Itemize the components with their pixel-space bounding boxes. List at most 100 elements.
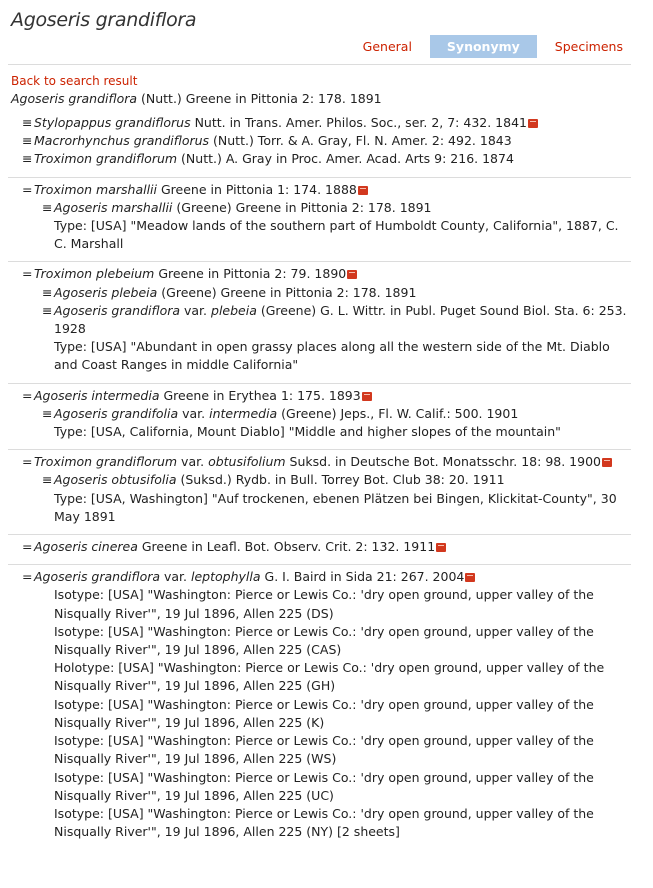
synonymy-symbol: = [22, 181, 33, 197]
book-icon[interactable] [347, 270, 358, 280]
synonymy-symbol: ≡ [22, 151, 33, 167]
book-icon[interactable] [361, 391, 372, 401]
taxon-name[interactable]: Troximon marshallii [34, 182, 157, 197]
synonym-group: = Troximon plebeium Greene in Pittonia 2:… [8, 262, 631, 384]
synonymy-symbol: = [22, 387, 33, 403]
citation: (Nutt.) A. Gray in Proc. Amer. Acad. Art… [177, 151, 514, 167]
taxon-name[interactable]: Agoseris marshallii [54, 200, 172, 215]
synonymy-symbol: ≡ [42, 284, 53, 300]
infraspecific-epithet[interactable]: plebeia [211, 303, 257, 318]
synonym-group: = Agoseris cinerea Greene in Leafl. Bot. … [8, 535, 631, 566]
page-title: Agoseris grandiflora [11, 9, 197, 31]
synonym-group: = Troximon grandiflorum var. obtusifolium… [8, 450, 631, 536]
synonym-group: = Agoseris grandiflora var. leptophylla G… [8, 565, 631, 849]
synonym-line: ≡ Macrorhynchus grandiflorus (Nutt.) Torr… [8, 132, 631, 150]
homotypic-synonym-line: ≡ Agoseris obtusifolia (Suksd.) Rydb. in … [8, 471, 631, 489]
taxon-name[interactable]: Troximon grandiflorum [34, 151, 177, 166]
synonymy-symbol: ≡ [22, 115, 33, 130]
type-specimen-line: Type: [USA, Washington] "Auf trockenen, … [54, 490, 617, 524]
synonymy-symbol: ≡ [42, 199, 53, 215]
accepted-name-citation: (Nutt.) Greene in Pittonia 2: 178. 1891 [137, 91, 382, 106]
infraspecific-epithet[interactable]: intermedia [209, 406, 277, 421]
infraspecific-epithet[interactable]: leptophylla [191, 569, 261, 584]
citation: (Nutt.) Torr. & A. Gray, Fl. N. Amer. 2:… [209, 133, 512, 149]
accepted-name: Agoseris grandiflora (Nutt.) Greene in P… [11, 91, 382, 106]
taxon-name[interactable]: Stylopappus grandiflorus [34, 115, 191, 130]
taxon-name[interactable]: Agoseris grandiflora [34, 569, 160, 584]
citation: (Greene) Greene in Pittonia 2: 178. 1891 [157, 284, 417, 300]
rank-connector: var. [178, 405, 210, 421]
book-icon[interactable] [436, 543, 447, 553]
taxon-name[interactable]: Agoseris grandiflora [54, 303, 180, 318]
tab-specimens[interactable]: Specimens [545, 35, 633, 58]
synonym-line: ≡ Stylopappus grandiflorus Nutt. in Trans… [8, 114, 631, 132]
type-specimen-line: Type: [USA, California, Mount Diablo] "M… [54, 424, 561, 440]
rank-connector: var. [180, 302, 212, 318]
synonym-line: = Agoseris grandiflora var. leptophylla G… [8, 568, 631, 586]
type-specimen-line: Isotype: [USA] "Washington: Pierce or Le… [54, 587, 594, 621]
taxon-name[interactable]: Agoseris intermedia [34, 388, 160, 403]
synonymy-symbol: ≡ [42, 405, 53, 421]
rank-connector: var. [177, 454, 209, 470]
synonymy-symbol: ≡ [42, 302, 53, 318]
taxon-name[interactable]: Macrorhynchus grandiflorus [34, 133, 209, 148]
synonym-line: = Agoseris cinerea Greene in Leafl. Bot. … [8, 538, 631, 556]
header-divider [8, 64, 631, 65]
citation: Greene in Leafl. Bot. Observ. Crit. 2: 1… [137, 539, 436, 555]
synonym-group: = Agoseris intermedia Greene in Erythea 1… [8, 384, 631, 451]
homotypic-synonym-line: ≡ Agoseris grandiflora var. plebeia (Gree… [8, 302, 631, 338]
back-to-search-link[interactable]: Back to search result [11, 74, 137, 88]
citation: Greene in Pittonia 1: 174. 1888 [157, 181, 357, 197]
taxon-name[interactable]: Troximon plebeium [34, 266, 154, 281]
citation: (Greene) Greene in Pittonia 2: 178. 1891 [172, 199, 432, 215]
book-icon[interactable] [357, 185, 368, 195]
synonym-line: = Troximon grandiflorum var. obtusifolium… [8, 453, 631, 471]
taxon-name[interactable]: Agoseris obtusifolia [54, 472, 176, 487]
tab-bar: General Synonymy Specimens [345, 35, 633, 58]
citation: Greene in Pittonia 2: 79. 1890 [154, 266, 347, 282]
infraspecific-epithet[interactable]: obtusifolium [208, 454, 285, 469]
taxon-name[interactable]: Agoseris cinerea [34, 539, 138, 554]
book-icon[interactable] [602, 458, 612, 468]
type-specimen-line: Isotype: [USA] "Washington: Pierce or Le… [54, 623, 594, 658]
taxon-name[interactable]: Agoseris grandifolia [54, 406, 178, 421]
type-specimen-line: Type: [USA] "Meadow lands of the souther… [54, 218, 619, 252]
synonym-group: ≡ Stylopappus grandiflorus Nutt. in Trans… [8, 111, 631, 178]
type-specimen-line: Isotype: [USA] "Washington: Pierce or Le… [54, 733, 594, 767]
synonymy-symbol: ≡ [42, 472, 53, 488]
synonymy-symbol: = [22, 569, 33, 585]
type-specimen-line: Isotype: [USA] "Washington: Pierce or Le… [54, 769, 594, 803]
book-icon[interactable] [465, 573, 476, 583]
citation: G. I. Baird in Sida 21: 267. 2004 [260, 569, 465, 585]
homotypic-synonym-line: ≡ Agoseris plebeia (Greene) Greene in Pit… [8, 284, 631, 302]
synonymy-page: Agoseris grandiflora General Synonymy Sp… [0, 0, 653, 888]
tab-general[interactable]: General [353, 35, 422, 58]
citation: (Greene) Jeps., Fl. W. Calif.: 500. 1901 [277, 405, 519, 421]
type-specimen-line: Holotype: [USA] "Washington: Pierce or L… [54, 660, 605, 694]
synonymy-symbol: = [22, 454, 33, 470]
type-specimen-line: Isotype: [USA] "Washington: Pierce or Le… [54, 696, 594, 730]
taxon-name[interactable]: Troximon grandiflorum [34, 454, 177, 469]
accepted-name-taxon[interactable]: Agoseris grandiflora [11, 91, 137, 106]
taxon-name[interactable]: Agoseris plebeia [54, 285, 157, 300]
rank-connector: var. [160, 569, 192, 585]
synonymy-list: ≡ Stylopappus grandiflorus Nutt. in Trans… [0, 111, 653, 849]
synonym-line: = Troximon marshallii Greene in Pittonia … [8, 181, 631, 199]
synonym-line: = Agoseris intermedia Greene in Erythea 1… [8, 387, 631, 405]
citation: Nutt. in Trans. Amer. Philos. Soc., ser.… [190, 115, 527, 130]
synonym-group: = Troximon marshallii Greene in Pittonia … [8, 178, 631, 263]
citation: Greene in Erythea 1: 175. 1893 [159, 387, 361, 403]
homotypic-synonym-line: ≡ Agoseris grandifolia var. intermedia (G… [8, 405, 631, 423]
synonym-line: ≡ Troximon grandiflorum (Nutt.) A. Gray i… [8, 150, 631, 168]
citation: Suksd. in Deutsche Bot. Monatsschr. 18: … [285, 454, 601, 470]
synonymy-symbol: = [22, 266, 33, 282]
tab-synonymy[interactable]: Synonymy [429, 35, 537, 58]
type-specimen-line: Isotype: [USA] "Washington: Pierce or Le… [54, 805, 594, 840]
type-specimen-line: Type: [USA] "Abundant in open grassy pla… [54, 339, 610, 373]
synonymy-symbol: ≡ [22, 133, 33, 149]
synonym-line: = Troximon plebeium Greene in Pittonia 2:… [8, 265, 631, 283]
homotypic-synonym-line: ≡ Agoseris marshallii (Greene) Greene in … [8, 199, 631, 217]
synonymy-symbol: = [22, 539, 33, 555]
book-icon[interactable] [527, 119, 538, 128]
citation: (Suksd.) Rydb. in Bull. Torrey Bot. Club… [176, 472, 505, 488]
